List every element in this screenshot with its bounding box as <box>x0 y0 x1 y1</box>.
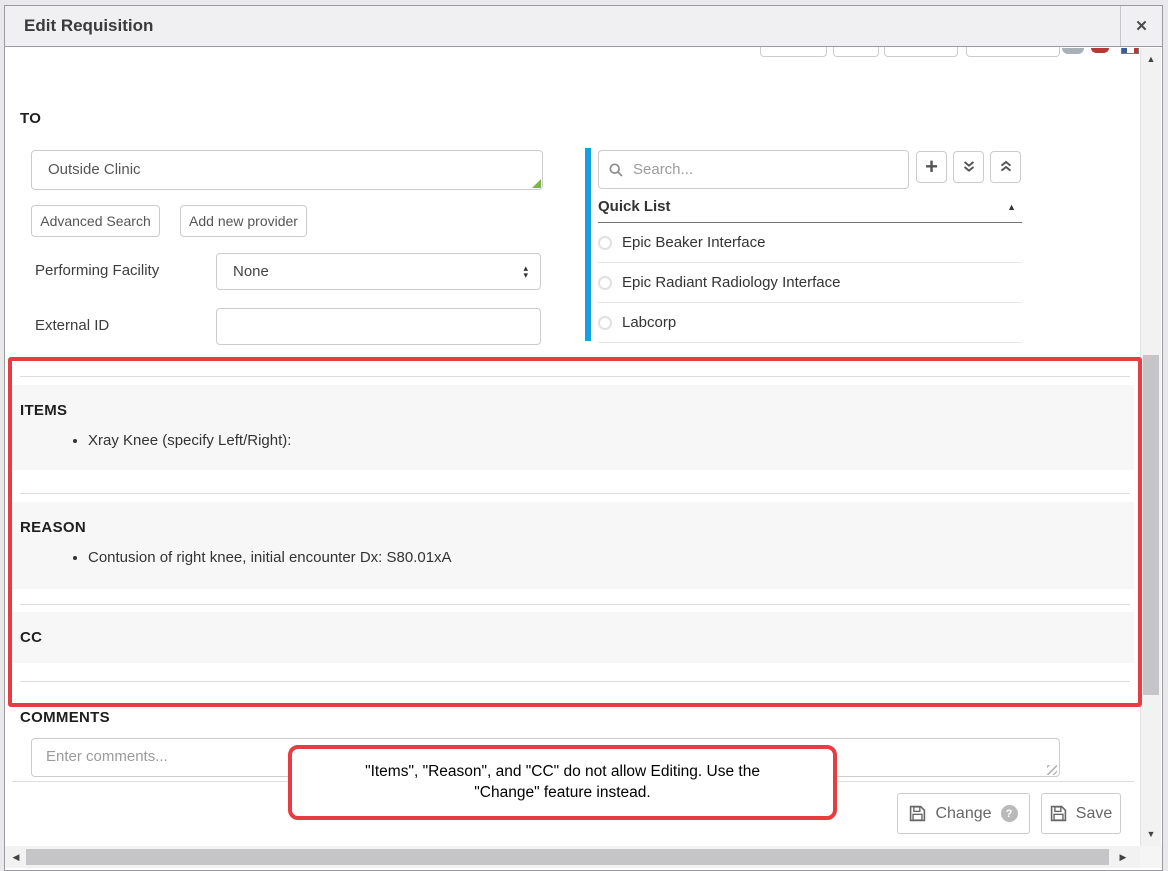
radio-icon[interactable] <box>598 236 612 250</box>
recipient-value: Outside Clinic <box>48 151 141 189</box>
list-item-epic-radiant[interactable]: Epic Radiant Radiology Interface <box>598 263 1022 303</box>
divider <box>20 681 1130 682</box>
save-label: Save <box>1076 805 1112 823</box>
quick-list-header[interactable]: Quick List ▲ <box>598 198 1022 223</box>
plus-icon: + <box>925 154 938 180</box>
vertical-scrollbar-thumb[interactable] <box>1143 355 1159 695</box>
edit-requisition-dialog: Edit Requisition ✕ TO Outside Clinic Adv… <box>0 0 1168 871</box>
external-id-input[interactable] <box>216 308 541 345</box>
horizontal-scrollbar-thumb[interactable] <box>26 849 1109 865</box>
scroll-down-icon[interactable]: ▼ <box>1141 827 1161 841</box>
to-heading: TO <box>20 110 41 127</box>
double-chevron-down-icon <box>962 160 976 174</box>
divider <box>20 493 1130 494</box>
items-list: Xray Knee (specify Left/Right): <box>20 432 1134 449</box>
double-chevron-up-icon <box>999 160 1013 174</box>
add-provider-button[interactable]: + <box>916 151 947 183</box>
scroll-left-icon[interactable]: ◀ <box>7 850 25 864</box>
search-icon <box>609 163 623 177</box>
reason-entry: Contusion of right knee, initial encount… <box>88 549 1134 566</box>
reason-section: REASON Contusion of right knee, initial … <box>12 502 1134 589</box>
partial-gray-circle-icon <box>1062 48 1084 54</box>
change-label: Change <box>935 805 991 823</box>
select-arrows-icon: ▴▾ <box>523 265 528 279</box>
reason-heading: REASON <box>20 519 1134 536</box>
list-item-label: Labcorp <box>622 314 676 331</box>
horizontal-scrollbar[interactable]: ◀ ▶ <box>5 846 1140 868</box>
reason-list: Contusion of right knee, initial encount… <box>20 549 1134 566</box>
provider-search-input[interactable] <box>631 160 898 179</box>
scroll-right-icon[interactable]: ▶ <box>1114 850 1132 864</box>
items-heading: ITEMS <box>20 402 1134 419</box>
cc-section: CC <box>12 612 1134 663</box>
annotation-callout: "Items", "Reason", and "CC" do not allow… <box>288 745 837 820</box>
items-section: ITEMS Xray Knee (specify Left/Right): <box>12 385 1134 470</box>
vertical-scrollbar[interactable]: ▲ ▼ <box>1140 48 1161 846</box>
list-item-label: Epic Radiant Radiology Interface <box>622 274 840 291</box>
radio-icon[interactable] <box>598 316 612 330</box>
radio-icon[interactable] <box>598 276 612 290</box>
add-new-provider-button[interactable]: Add new provider <box>180 205 307 237</box>
item-entry: Xray Knee (specify Left/Right): <box>88 432 1134 449</box>
advanced-search-button[interactable]: Advanced Search <box>31 205 160 237</box>
dialog-title: Edit Requisition <box>24 6 153 46</box>
expand-all-button[interactable] <box>953 151 984 183</box>
cc-heading: CC <box>20 629 1134 646</box>
scroll-up-icon[interactable]: ▲ <box>1141 52 1161 66</box>
list-item-epic-beaker[interactable]: Epic Beaker Interface <box>598 223 1022 263</box>
divider <box>20 376 1130 377</box>
scrollbar-corner <box>1140 846 1162 868</box>
close-button[interactable]: ✕ <box>1120 6 1162 46</box>
quick-list: Epic Beaker Interface Epic Radiant Radio… <box>598 223 1022 343</box>
partial-grid-icon <box>1121 48 1139 54</box>
titlebar: Edit Requisition ✕ <box>4 5 1163 47</box>
save-icon <box>909 805 926 822</box>
divider <box>20 604 1130 605</box>
quick-list-title: Quick List <box>598 198 671 215</box>
annotation-text-line1: "Items", "Reason", and "CC" do not allow… <box>292 761 833 782</box>
collapse-all-button[interactable] <box>990 151 1021 183</box>
partial-red-circle-icon <box>1091 48 1109 53</box>
list-item-labcorp[interactable]: Labcorp <box>598 303 1022 343</box>
comments-heading: COMMENTS <box>20 709 110 726</box>
list-item-label: Epic Beaker Interface <box>622 234 765 251</box>
panel-accent-bar <box>585 148 591 341</box>
performing-facility-label: Performing Facility <box>35 262 159 279</box>
resize-grip-icon[interactable] <box>532 179 541 188</box>
collapse-caret-icon[interactable]: ▲ <box>1007 202 1016 212</box>
resize-grip-icon[interactable] <box>1047 765 1057 775</box>
recipient-field[interactable]: Outside Clinic <box>31 150 543 190</box>
help-icon[interactable]: ? <box>1001 805 1018 822</box>
external-id-label: External ID <box>35 317 109 334</box>
save-icon <box>1050 805 1067 822</box>
change-button[interactable]: Change ? <box>897 793 1030 834</box>
provider-search-box[interactable] <box>598 150 909 189</box>
performing-facility-value: None <box>233 254 269 289</box>
save-button[interactable]: Save <box>1041 793 1121 834</box>
annotation-text-line2: "Change" feature instead. <box>292 782 833 803</box>
close-icon: ✕ <box>1135 17 1148 35</box>
performing-facility-select[interactable]: None ▴▾ <box>216 253 541 290</box>
